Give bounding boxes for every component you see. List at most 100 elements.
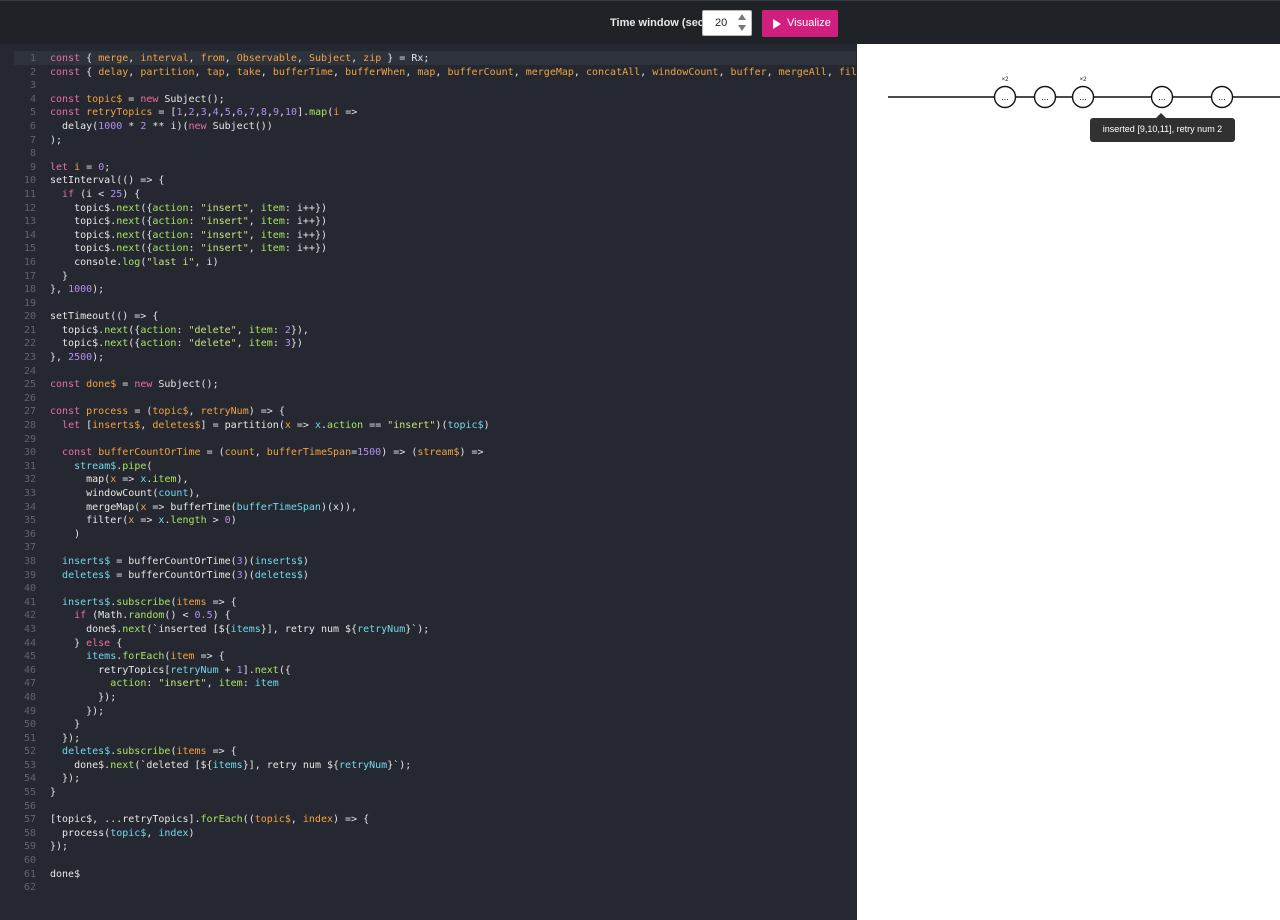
code-line[interactable]: 43 done$.next(`inserted [${items}], retr… [0, 623, 856, 637]
code-line[interactable]: 18}, 1000); [0, 283, 856, 297]
code-line[interactable]: 19 [0, 297, 856, 311]
code-line[interactable]: 25 const done$ = new Subject(); [0, 378, 856, 392]
code-token: concatAll [585, 66, 641, 78]
code-line[interactable]: 55} [0, 786, 856, 800]
code-line[interactable]: 53 done$.next(`deleted [${items}], retry… [0, 759, 856, 773]
code-line[interactable]: 8 [0, 147, 856, 161]
code-token: * [122, 120, 141, 132]
code-editor[interactable]: 1 const { merge, interval, from, Observab… [0, 44, 856, 920]
code-token: } [50, 719, 81, 731]
code-line[interactable]: 39 deletes$ = bufferCountOrTime(3)(delet… [0, 569, 856, 583]
code-line[interactable]: 42 if (Math.random() < 0.5) { [0, 609, 856, 623]
code-line[interactable]: 29 [0, 433, 856, 447]
code-token: item [260, 202, 285, 214]
code-token: item [170, 651, 195, 663]
line-number: 8 [29, 148, 36, 160]
code-line[interactable]: 17 } [0, 270, 856, 284]
code-line[interactable]: 36 ) [0, 528, 856, 542]
marble-node-label: ... [1158, 92, 1166, 102]
code-line[interactable]: 2 const { delay, partition, tap, take, bu… [0, 66, 856, 80]
code-token: )(x)), [320, 501, 358, 513]
code-token: ({ [128, 338, 141, 350]
code-line[interactable]: 35 filter(x => x.length > 0) [0, 514, 856, 528]
code-line[interactable]: 33 windowCount(count), [0, 487, 856, 501]
code-line[interactable]: 48 }); [0, 691, 856, 705]
code-line[interactable]: 37 [0, 541, 856, 555]
code-line[interactable]: 50 } [0, 718, 856, 732]
code-line[interactable]: 6 delay(1000 * 2 ** i)(new Subject()) [0, 120, 856, 134]
code-line[interactable]: 32 map(x => x.item), [0, 473, 856, 487]
code-line[interactable]: 51 }); [0, 732, 856, 746]
code-line[interactable]: 59}); [0, 840, 856, 854]
code-line[interactable]: 56 [0, 800, 856, 814]
code-token: 25 [110, 188, 123, 200]
code-line[interactable]: 47 action: "insert", item: item [0, 677, 856, 691]
code-line[interactable]: 16 console.log("last i", i) [0, 256, 856, 270]
code-line[interactable]: 28 let [inserts$, deletes$] = partition(… [0, 419, 856, 433]
line-code: ) [50, 528, 80, 542]
code-line[interactable]: 9 let i = 0; [0, 161, 856, 175]
code-line[interactable]: 45 items.forEach(item => { [0, 650, 856, 664]
code-token: = [122, 93, 141, 105]
code-token: => { [194, 651, 225, 663]
code-line[interactable]: 60 [0, 854, 856, 868]
code-line[interactable]: 21 topic$.next({action: "delete", item: … [0, 324, 856, 338]
code-line[interactable]: 13 topic$.next({action: "insert", item: … [0, 215, 856, 229]
code-line[interactable]: 31 stream$.pipe( [0, 460, 856, 474]
code-line[interactable]: 49 }); [0, 705, 856, 719]
code-token: "insert" [200, 216, 249, 228]
code-line[interactable]: 23}, 2500); [0, 351, 856, 365]
code-line[interactable]: 44 } else { [0, 637, 856, 651]
code-line[interactable]: 11 if (i < 25) { [0, 188, 856, 202]
line-number: 17 [23, 270, 36, 282]
code-token: retryNum [339, 759, 388, 771]
line-number: 41 [23, 596, 36, 608]
code-line[interactable]: 30 const bufferCountOrTime = (count, buf… [0, 446, 856, 460]
code-token: windowCount( [50, 488, 159, 499]
code-token: { [86, 53, 99, 64]
code-line[interactable]: 3 [0, 79, 856, 93]
code-token: ({ [278, 664, 291, 676]
spinner-up-icon[interactable] [738, 14, 746, 20]
code-line[interactable]: 10 setInterval(() => { [0, 174, 856, 188]
code-line[interactable]: 7); [0, 134, 856, 148]
code-token: ) [302, 555, 309, 567]
code-line[interactable]: 24 [0, 365, 856, 379]
code-line[interactable]: 12 topic$.next({action: "insert", item: … [0, 202, 856, 216]
code-line[interactable]: 5 const retryTopics = [1,2,3,4,5,6,7,8,9,… [0, 106, 856, 120]
code-line[interactable]: 26 [0, 392, 856, 406]
code-line[interactable]: 40 [0, 582, 856, 596]
code-token: stream$ [74, 460, 117, 472]
code-line[interactable]: 34 mergeMap(x => bufferTime(bufferTimeSp… [0, 501, 856, 515]
code-line[interactable]: 14 topic$.next({action: "insert", item: … [0, 229, 856, 243]
code-line[interactable]: 57 [topic$, ...retryTopics].forEach((topi… [0, 813, 856, 827]
code-line[interactable]: 61 done$ [0, 868, 856, 882]
code-line[interactable]: 20 setTimeout(() => { [0, 310, 856, 324]
code-line[interactable]: 22 topic$.next({action: "delete", item: … [0, 337, 856, 351]
line-code: const process = (topic$, retryNum) => { [50, 405, 285, 419]
code-line[interactable]: 52 deletes$.subscribe(items => { [0, 745, 856, 759]
code-line[interactable]: 46 retryTopics[retryNum + 1].next({ [0, 664, 856, 678]
code-token: 1500 [357, 447, 382, 459]
code-line[interactable]: 62 [0, 881, 856, 895]
line-code: windowCount(count), [50, 487, 200, 501]
code-line[interactable]: 1 const { merge, interval, from, Observab… [0, 52, 856, 66]
code-line[interactable]: 15 topic$.next({action: "insert", item: … [0, 242, 856, 256]
code-line[interactable]: 41 inserts$.subscribe(items => { [0, 596, 856, 610]
code-lines[interactable]: 1 const { merge, interval, from, Observab… [0, 52, 856, 895]
time-window-input[interactable]: 20 [702, 10, 752, 36]
code-line[interactable]: 4 const topic$ = new Subject(); [0, 93, 856, 107]
code-token: "insert" [200, 243, 249, 255]
line-number: 12 [23, 202, 36, 214]
visualize-button[interactable]: Visualize [762, 10, 838, 37]
code-token: ]. [297, 107, 310, 119]
code-line[interactable]: 27 const process = (topic$, retryNum) => … [0, 405, 856, 419]
code-line[interactable]: 54 }); [0, 772, 856, 786]
spinner-down-icon[interactable] [738, 25, 746, 31]
code-line[interactable]: 38 inserts$ = bufferCountOrTime(3)(inser… [0, 555, 856, 569]
code-token: inserts$ [254, 555, 303, 567]
code-line[interactable]: 58 process(topic$, index) [0, 827, 856, 841]
